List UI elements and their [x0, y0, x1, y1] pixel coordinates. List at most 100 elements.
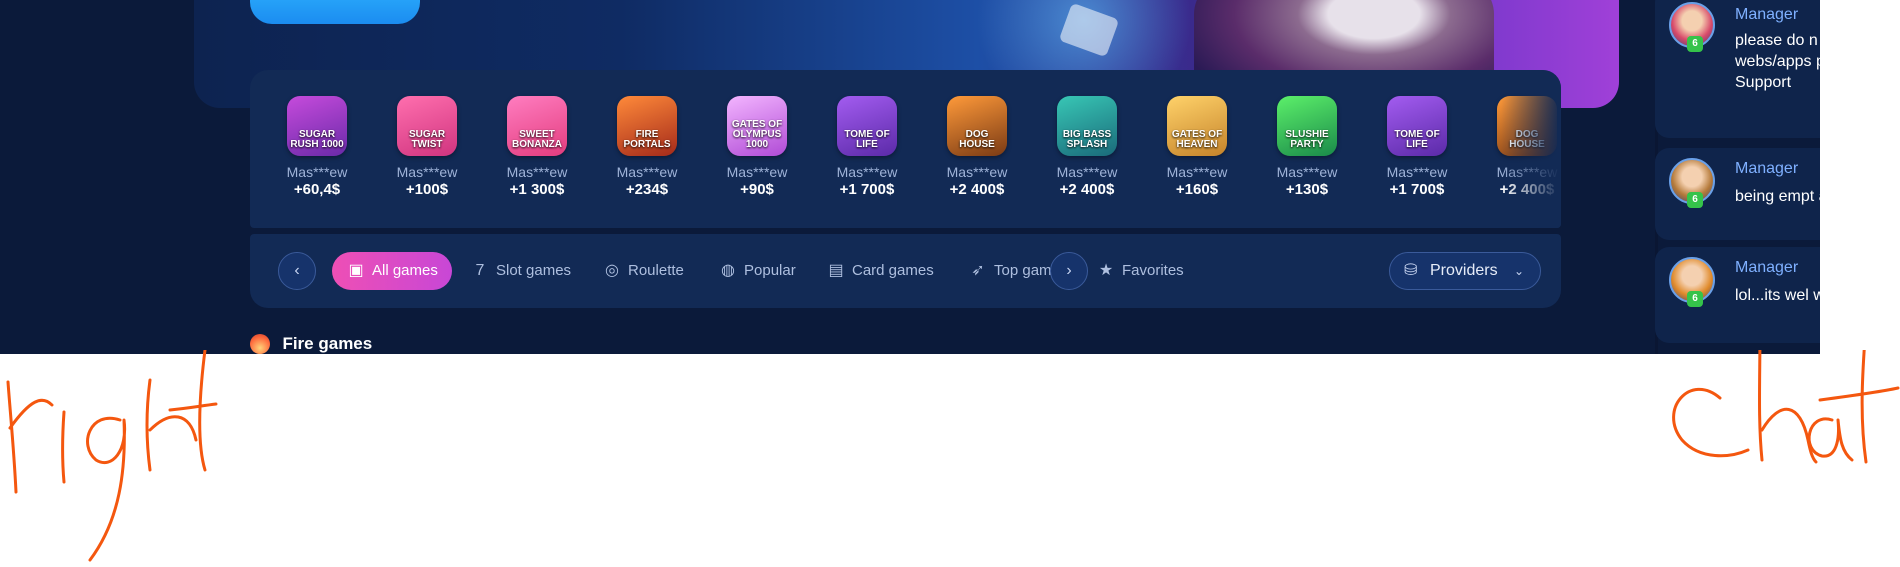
- game-tile[interactable]: TOME OF LIFE: [837, 96, 897, 156]
- level-badge: 6: [1687, 291, 1703, 307]
- game-tile-title: BIG BASS SPLASH: [1062, 129, 1112, 150]
- winner-username: Mas***ew: [1166, 164, 1228, 180]
- chat-username[interactable]: Manager: [1735, 259, 1798, 277]
- winner-username: Mas***ew: [836, 164, 898, 180]
- winner-amount: +1 700$: [1389, 181, 1445, 198]
- game-tile[interactable]: SLUSHIE PARTY: [1277, 96, 1337, 156]
- winner-username: Mas***ew: [1276, 164, 1338, 180]
- tab-roulette[interactable]: ◎ Roulette: [602, 252, 684, 290]
- game-tile-title: SWEET BONANZA: [512, 129, 562, 150]
- game-tile-title: SUGAR TWIST: [408, 129, 446, 150]
- chevron-down-icon: ⌄: [1513, 264, 1524, 278]
- annotation-right-stroke: [145, 378, 198, 472]
- chat-username[interactable]: Manager: [1735, 6, 1798, 24]
- game-tile-title: FIRE PORTALS: [623, 129, 671, 150]
- winner-amount: +234$: [625, 181, 669, 198]
- annotation-right-stroke: [6, 380, 54, 494]
- chat-message: 6 Manager lol...its wel whats my n: [1655, 247, 1820, 343]
- winner-card[interactable]: SLUSHIE PARTY Mas***ew +130$: [1252, 96, 1362, 198]
- handwritten-annotations: [6, 350, 1900, 562]
- winner-amount: +130$: [1285, 181, 1329, 198]
- winner-card[interactable]: GATES OF OLYMPUS 1000 Mas***ew +90$: [702, 96, 812, 198]
- annotation-chat-stroke: [1807, 417, 1854, 462]
- chat-message-text: being empt anymore: [1735, 188, 1820, 205]
- game-tile-title: DOG HOUSE: [959, 129, 995, 150]
- prev-category-button[interactable]: ‹: [278, 252, 316, 290]
- providers-dropdown[interactable]: ⛁ Providers ⌄: [1389, 252, 1541, 290]
- chat-message: 6 Manager please do n who contac webs/apps…: [1655, 0, 1820, 138]
- annotation-chat-stroke: [1818, 350, 1900, 464]
- level-badge: 6: [1687, 192, 1703, 208]
- tab-slot-games[interactable]: 7 Slot games: [470, 252, 572, 290]
- tab-popular[interactable]: ◍ Popular: [718, 252, 796, 290]
- annotation-chat-stroke: [1672, 387, 1750, 458]
- annotation-right-stroke: [61, 410, 66, 484]
- tab-label: Roulette: [628, 262, 684, 279]
- winner-card[interactable]: BIG BASS SPLASH Mas***ew +2 400$: [1032, 96, 1142, 198]
- winner-card[interactable]: SUGAR TWIST Mas***ew +100$: [372, 96, 482, 198]
- winner-card[interactable]: FIRE PORTALS Mas***ew +234$: [592, 96, 702, 198]
- game-tile[interactable]: GATES OF HEAVEN: [1167, 96, 1227, 156]
- winner-card[interactable]: SWEET BONANZA Mas***ew +1 300$: [482, 96, 592, 198]
- winner-username: Mas***ew: [396, 164, 458, 180]
- casino-screen: SUGAR RUSH 1000 Mas***ew +60,4$ SUGAR TWIST…: [0, 0, 1820, 354]
- gamepad-icon: ▣: [348, 262, 364, 279]
- recent-winners-strip: SUGAR RUSH 1000 Mas***ew +60,4$ SUGAR TWIST…: [250, 70, 1561, 228]
- winner-amount: +2 400$: [1059, 181, 1115, 198]
- game-tile[interactable]: SUGAR RUSH 1000: [287, 96, 347, 156]
- providers-label: Providers: [1430, 262, 1498, 279]
- chat-panel: 6 Manager please do n who contac webs/apps…: [1655, 0, 1820, 354]
- winner-amount: +100$: [405, 181, 449, 198]
- category-bar: ‹ ▣ All games 7 Slot games ◎ Roulette ◍ Popular…: [250, 234, 1561, 308]
- winner-amount: +90$: [740, 181, 774, 198]
- winner-username: Mas***ew: [1386, 164, 1448, 180]
- winner-username: Mas***ew: [286, 164, 348, 180]
- winner-card[interactable]: SUGAR RUSH 1000 Mas***ew +60,4$: [262, 96, 372, 198]
- roulette-icon: ◎: [605, 262, 619, 279]
- game-tile[interactable]: DOG HOUSE: [947, 96, 1007, 156]
- banner-cta-button[interactable]: [250, 0, 420, 24]
- game-tile-title: TOME OF LIFE: [1394, 129, 1440, 150]
- tab-favorites[interactable]: ★ Favorites: [1096, 252, 1184, 290]
- tab-card-games[interactable]: ▤ Card games: [826, 252, 934, 290]
- chat-username[interactable]: Manager: [1735, 160, 1798, 178]
- game-tile[interactable]: FIRE PORTALS: [617, 96, 677, 156]
- winner-username: Mas***ew: [1056, 164, 1118, 180]
- game-tile-title: GATES OF OLYMPUS 1000: [731, 119, 783, 150]
- tab-label: Favorites: [1122, 262, 1184, 279]
- winner-card[interactable]: TOME OF LIFE Mas***ew +1 700$: [1362, 96, 1472, 198]
- providers-icon: ⛁: [1404, 262, 1418, 279]
- tab-label: Slot games: [496, 262, 572, 279]
- annotation-right-stroke: [168, 350, 218, 472]
- game-tile-title: SLUSHIE PARTY: [1285, 129, 1329, 150]
- tab-label: Card games: [852, 262, 934, 279]
- game-tile[interactable]: SWEET BONANZA: [507, 96, 567, 156]
- winner-amount: +1 700$: [839, 181, 895, 198]
- tab-label: All games: [372, 262, 438, 279]
- game-tile-title: GATES OF HEAVEN: [1171, 129, 1223, 150]
- winner-username: Mas***ew: [616, 164, 678, 180]
- winner-card[interactable]: TOME OF LIFE Mas***ew +1 700$: [812, 96, 922, 198]
- seven-icon: 7: [475, 262, 485, 279]
- winner-username: Mas***ew: [726, 164, 788, 180]
- game-tile[interactable]: GATES OF OLYMPUS 1000: [727, 96, 787, 156]
- game-tile-title: TOME OF LIFE: [844, 129, 890, 150]
- strip-fade: [1501, 70, 1561, 228]
- tab-all-games[interactable]: ▣ All games: [332, 252, 452, 290]
- game-tile-title: SUGAR RUSH 1000: [290, 129, 344, 150]
- winner-card[interactable]: GATES OF HEAVEN Mas***ew +160$: [1142, 96, 1252, 198]
- tab-label: Popular: [744, 262, 796, 279]
- chat-message-text: lol...its wel whats my n: [1735, 287, 1820, 304]
- winner-amount: +160$: [1175, 181, 1219, 198]
- game-tile[interactable]: BIG BASS SPLASH: [1057, 96, 1117, 156]
- rocket-icon: ➶: [971, 262, 985, 279]
- level-badge: 6: [1687, 36, 1703, 52]
- game-tile[interactable]: SUGAR TWIST: [397, 96, 457, 156]
- game-tile[interactable]: TOME OF LIFE: [1387, 96, 1447, 156]
- chat-message-text: please do n who contac webs/apps problem…: [1735, 32, 1820, 91]
- globe-icon: ◍: [721, 262, 735, 279]
- next-category-button[interactable]: ›: [1050, 252, 1088, 290]
- winner-amount: +2 400$: [949, 181, 1005, 198]
- cards-icon: ▤: [828, 262, 844, 279]
- winner-card[interactable]: DOG HOUSE Mas***ew+2 400$: [922, 96, 1032, 198]
